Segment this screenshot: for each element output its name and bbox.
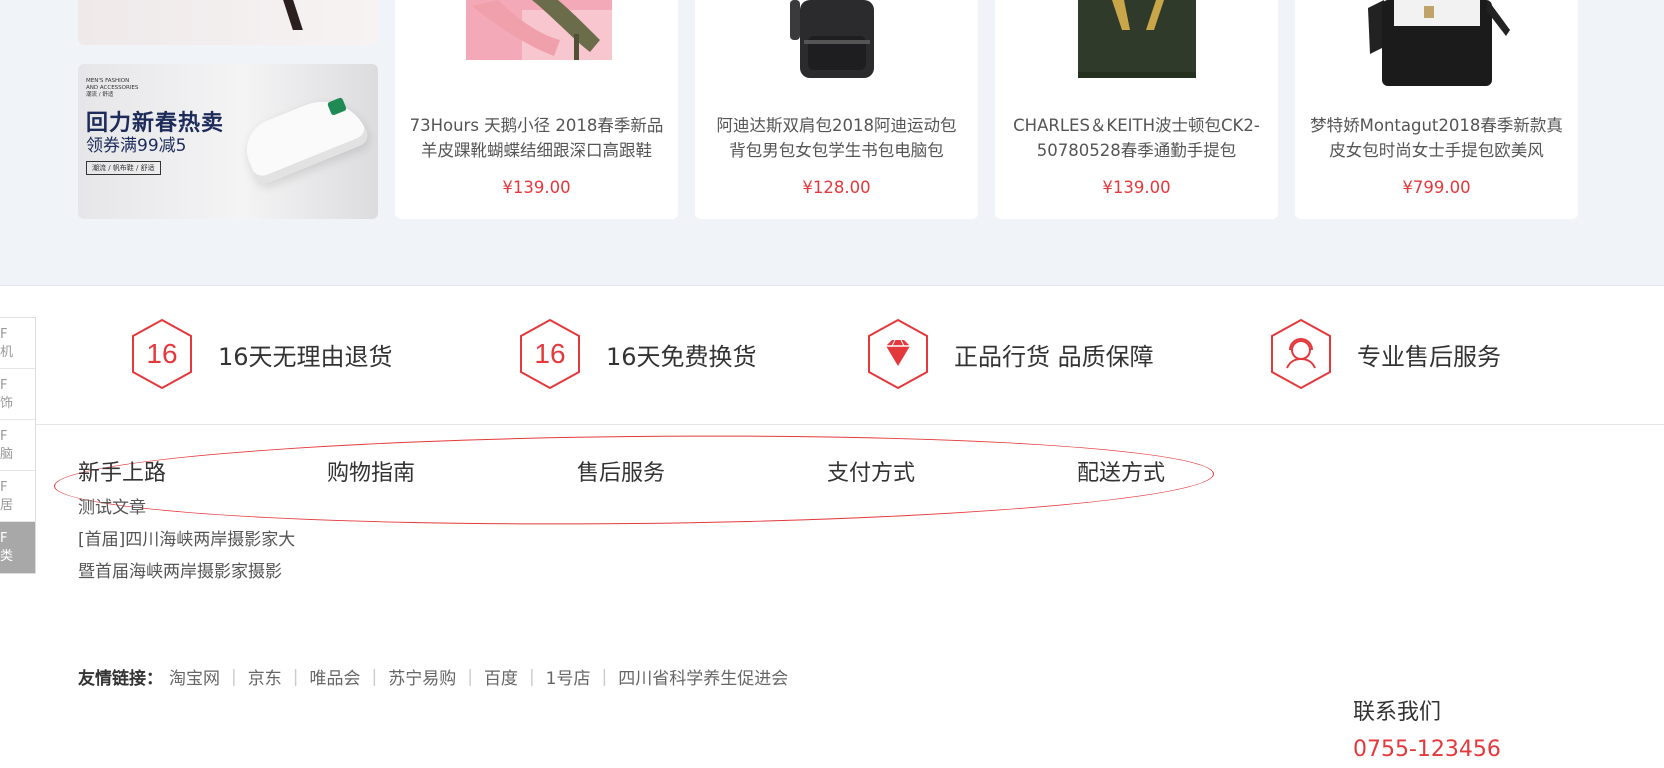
- service-guarantees: 16 16天无理由退货 16 16天免费换货 正品行货 品质保障 专业售后服务: [0, 287, 1664, 425]
- product-price: ¥128.00: [802, 178, 871, 197]
- service-label: 专业售后服务: [1357, 342, 1501, 371]
- service-badge: 16: [534, 338, 565, 369]
- floor-nav-item[interactable]: F 脑: [0, 420, 35, 471]
- contact-title: 联系我们: [1353, 700, 1442, 725]
- help-column-title: 配送方式: [1077, 461, 1166, 486]
- floor-nav-label: 类: [0, 549, 14, 564]
- service-label: 16天免费换货: [606, 342, 757, 371]
- floor-nav-label: 脑: [0, 447, 14, 462]
- product-price: ¥139.00: [1102, 178, 1171, 197]
- floor-nav-label: 饰: [0, 396, 14, 411]
- friendly-link[interactable]: 淘宝网: [169, 664, 220, 689]
- product-card[interactable]: CHARLES＆KEITH波士顿包CK2-50780528春季通勤手提包 ¥13…: [995, 0, 1278, 219]
- service-label: 正品行货 品质保障: [954, 342, 1154, 371]
- banner-subline: 领券满99减5: [86, 136, 187, 156]
- high-heel-image: [283, 0, 303, 30]
- help-article-list: 测试文章 [首届]四川海峡两岸摄影家大 暨首届海峡两岸摄影家摄影: [78, 492, 295, 588]
- floor-nav-number: F: [0, 429, 8, 444]
- floor-nav: F 机 F 饰 F 脑 F 居 F 类: [0, 317, 36, 574]
- product-price: ¥799.00: [1402, 178, 1471, 197]
- service-item: 16 16天无理由退货: [130, 318, 393, 390]
- help-column-title: 新手上路: [78, 461, 167, 486]
- floor-nav-item[interactable]: F 饰: [0, 369, 35, 420]
- product-strip: MEN'S FASHION AND ACCESSORIES 潮流 / 舒适 回力…: [0, 0, 1664, 286]
- service-badge: 16: [146, 338, 177, 369]
- help-article-link[interactable]: [首届]四川海峡两岸摄影家大: [78, 524, 295, 556]
- service-label: 16天无理由退货: [218, 342, 393, 371]
- floor-nav-label: 居: [0, 498, 14, 513]
- help-column-title: 售后服务: [577, 461, 666, 486]
- help-column-title: 支付方式: [827, 461, 916, 486]
- friendly-link[interactable]: 百度: [484, 664, 518, 689]
- product-title[interactable]: 梦特娇Montagut2018春季新款真皮女包时尚女士手提包欧美风: [1309, 113, 1564, 165]
- sneaker-image: [237, 87, 371, 187]
- floor-nav-item[interactable]: F 居: [0, 471, 35, 522]
- floor-nav-number: F: [0, 480, 8, 495]
- product-image-heels: [465, 0, 612, 60]
- link-divider: |: [371, 666, 378, 687]
- link-divider: |: [601, 666, 608, 687]
- friendly-link[interactable]: 苏宁易购: [388, 664, 456, 689]
- floor-nav-label: 机: [0, 345, 14, 360]
- help-column-title: 购物指南: [327, 461, 416, 486]
- product-image-backpack: [789, 0, 874, 78]
- friendly-links: 友情链接： 淘宝网 | 京东 | 唯品会 | 苏宁易购 | 百度 | 1号店 |…: [78, 664, 788, 690]
- service-item: 16 16天免费换货: [518, 318, 757, 390]
- banner-tag-line: MEN'S FASHION: [86, 78, 130, 84]
- product-image-shoulder-bag: [1363, 0, 1510, 88]
- product-price: ¥139.00: [502, 178, 571, 197]
- friendly-link[interactable]: 唯品会: [309, 664, 360, 689]
- service-item: 正品行货 品质保障: [866, 318, 1154, 390]
- product-image-handbag: [1077, 0, 1196, 78]
- floor-nav-number: F: [0, 327, 8, 342]
- floor-nav-number: F: [0, 378, 8, 393]
- product-card[interactable]: 梦特娇Montagut2018春季新款真皮女包时尚女士手提包欧美风 ¥799.0…: [1295, 0, 1578, 219]
- banner-tag-line: 潮流 / 舒适: [86, 92, 114, 98]
- sixteen-icon: 16: [518, 318, 582, 390]
- floor-nav-item-active[interactable]: F 类: [0, 522, 35, 573]
- diamond-icon: [866, 318, 930, 390]
- help-article-link[interactable]: 测试文章: [78, 492, 295, 524]
- product-card[interactable]: 73Hours 天鹅小径 2018春季新品羊皮踝靴蝴蝶结细跟深口高跟鞋 ¥139…: [395, 0, 678, 219]
- friendly-link[interactable]: 四川省科学养生促进会: [618, 664, 788, 689]
- friendly-link[interactable]: 京东: [248, 664, 282, 689]
- floor-nav-number: F: [0, 531, 8, 546]
- link-divider: |: [467, 666, 473, 687]
- product-title[interactable]: CHARLES＆KEITH波士顿包CK2-50780528春季通勤手提包: [1009, 113, 1264, 165]
- banner-tagline: MEN'S FASHION AND ACCESSORIES 潮流 / 舒适: [86, 78, 156, 99]
- support-agent-icon: [1269, 318, 1333, 390]
- product-card[interactable]: 阿迪达斯双肩包2018阿迪运动包背包男包女包学生书包电脑包 ¥128.00: [695, 0, 978, 219]
- help-article-link[interactable]: 暨首届海峡两岸摄影家摄影: [78, 556, 295, 588]
- service-item: 专业售后服务: [1269, 318, 1501, 390]
- promo-banner-top[interactable]: [78, 0, 378, 45]
- contact-phone: 0755-123456: [1353, 737, 1501, 762]
- friendly-link[interactable]: 1号店: [546, 664, 591, 689]
- link-divider: |: [292, 666, 299, 687]
- banner-tag-line: AND ACCESSORIES: [86, 85, 139, 91]
- banner-pill: 潮流 / 帆布鞋 / 舒适: [86, 161, 161, 175]
- link-divider: |: [528, 666, 535, 687]
- promo-banner[interactable]: MEN'S FASHION AND ACCESSORIES 潮流 / 舒适 回力…: [78, 64, 378, 219]
- link-divider: |: [231, 666, 237, 687]
- product-title[interactable]: 73Hours 天鹅小径 2018春季新品羊皮踝靴蝴蝶结细跟深口高跟鞋: [409, 113, 664, 165]
- floor-nav-item[interactable]: F 机: [0, 318, 35, 369]
- product-title[interactable]: 阿迪达斯双肩包2018阿迪运动包背包男包女包学生书包电脑包: [709, 113, 964, 165]
- friendly-links-label: 友情链接：: [78, 669, 163, 689]
- sixteen-icon: 16: [130, 318, 194, 390]
